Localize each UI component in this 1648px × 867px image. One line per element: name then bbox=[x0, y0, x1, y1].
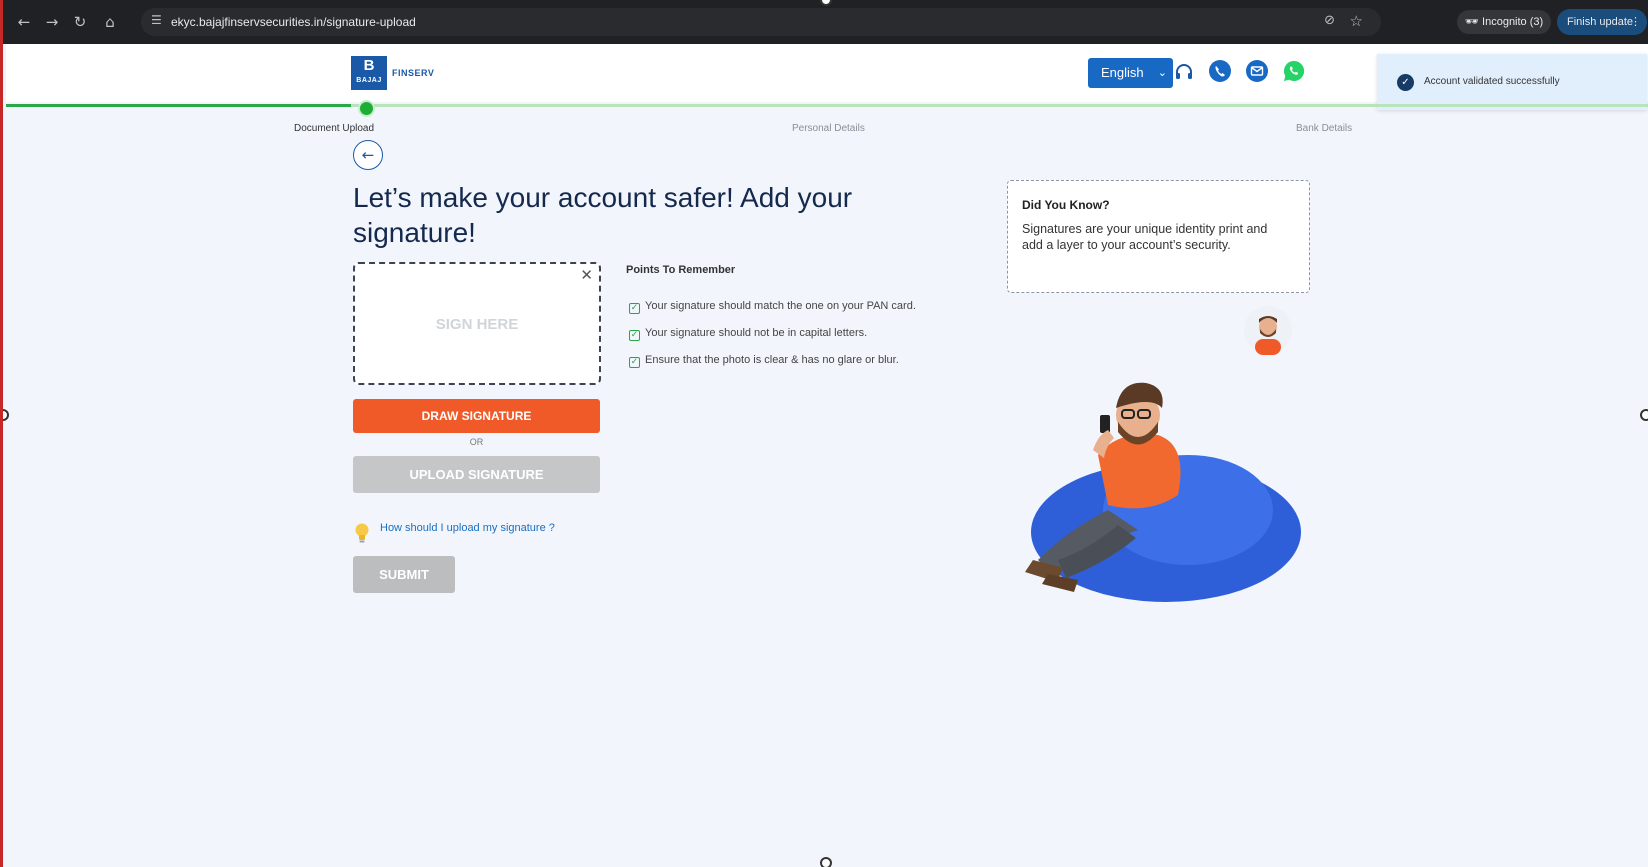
finish-update-label: Finish update bbox=[1567, 16, 1634, 28]
success-toast: ✓ Account validated successfully bbox=[1377, 54, 1647, 110]
forward-arrow-icon[interactable]: → bbox=[43, 13, 61, 31]
bookmark-star-icon[interactable]: ☆ bbox=[1350, 12, 1363, 30]
back-button[interactable]: ← bbox=[353, 140, 383, 170]
incognito-indicator[interactable]: 🕶 Incognito (3) bbox=[1457, 10, 1552, 34]
eye-off-icon[interactable]: ⊘ bbox=[1324, 13, 1335, 28]
person-on-beanbag-illustration bbox=[1025, 382, 1301, 602]
check-circle-icon: ✓ bbox=[1397, 74, 1414, 91]
current-step-dot bbox=[358, 100, 375, 117]
incognito-label: Incognito (3) bbox=[1482, 16, 1544, 28]
screen: ← → ↻ ⌂ ☰ ekyc.bajajfinservsecurities.in… bbox=[0, 0, 1648, 867]
finish-update-button[interactable]: Finish update ⋮ bbox=[1557, 9, 1647, 35]
resize-handle[interactable] bbox=[1640, 409, 1648, 421]
lightbulb-icon bbox=[355, 523, 369, 543]
phone-icon[interactable] bbox=[1209, 60, 1231, 82]
step-bank-details: Bank Details bbox=[1296, 123, 1353, 134]
point-text: Your signature should not be in capital … bbox=[645, 327, 868, 339]
checkbox-check-icon: ✓ bbox=[629, 303, 640, 314]
did-you-know-body: Signatures are your unique identity prin… bbox=[1022, 222, 1268, 252]
point-text: Your signature should match the one on y… bbox=[645, 300, 916, 312]
point-text: Ensure that the photo is clear & has no … bbox=[645, 354, 899, 366]
point-item: ✓ Your signature should not be in capital… bbox=[629, 327, 867, 341]
resize-handle[interactable] bbox=[820, 857, 832, 867]
step-document-upload: Document Upload bbox=[294, 123, 375, 134]
logo-sub: BAJAJ bbox=[356, 77, 382, 84]
reload-icon[interactable]: ↻ bbox=[71, 13, 89, 31]
language-value: English bbox=[1101, 65, 1144, 80]
points-title: Points To Remember bbox=[626, 264, 736, 276]
arrow-left-icon: ← bbox=[361, 146, 375, 164]
submit-button[interactable]: SUBMIT bbox=[353, 556, 455, 593]
chevron-down-icon: ⌄ bbox=[1157, 66, 1167, 79]
close-icon[interactable]: ✕ bbox=[580, 266, 593, 284]
progress-fill bbox=[6, 104, 352, 107]
language-select[interactable]: English ⌄ bbox=[1088, 58, 1173, 88]
logo-name: FINSERV bbox=[392, 68, 435, 78]
headset-icon[interactable] bbox=[1174, 62, 1194, 82]
signature-pad[interactable]: SIGN HERE ✕ bbox=[353, 262, 601, 385]
step-personal-details: Personal Details bbox=[792, 123, 865, 134]
address-bar[interactable]: ☰ ekyc.bajajfinservsecurities.in/signatu… bbox=[141, 8, 1381, 36]
toast-message: Account validated successfully bbox=[1424, 76, 1560, 87]
whatsapp-icon[interactable] bbox=[1282, 59, 1306, 83]
checkbox-check-icon: ✓ bbox=[629, 357, 640, 368]
did-you-know-card: Did You Know? Signatures are your unique… bbox=[1007, 180, 1310, 293]
checkbox-check-icon: ✓ bbox=[629, 330, 640, 341]
did-you-know-title: Did You Know? bbox=[1022, 198, 1110, 212]
home-icon[interactable]: ⌂ bbox=[101, 13, 119, 31]
point-item: ✓ Your signature should match the one on … bbox=[629, 300, 916, 314]
resize-handle[interactable] bbox=[3, 409, 9, 421]
brand-logo[interactable]: B BAJAJ bbox=[351, 56, 387, 90]
point-item: ✓ Ensure that the photo is clear & has no… bbox=[629, 354, 899, 368]
url-text[interactable]: ekyc.bajajfinservsecurities.in/signature… bbox=[171, 15, 416, 29]
more-menu-icon[interactable]: ⋮ bbox=[1630, 9, 1641, 35]
draw-signature-button[interactable]: DRAW SIGNATURE bbox=[353, 399, 600, 433]
site-settings-icon[interactable]: ☰ bbox=[151, 13, 162, 27]
logo-mark: B bbox=[363, 57, 375, 74]
mail-icon[interactable] bbox=[1246, 60, 1268, 82]
or-divider: OR bbox=[469, 437, 484, 447]
avatar bbox=[1244, 306, 1292, 355]
incognito-icon: 🕶 bbox=[1465, 16, 1483, 28]
page-title: Let’s make your account safer! Add your … bbox=[353, 182, 853, 248]
back-arrow-icon[interactable]: ← bbox=[15, 13, 33, 31]
sign-here-placeholder: SIGN HERE bbox=[435, 316, 519, 333]
upload-signature-button[interactable]: UPLOAD SIGNATURE bbox=[353, 456, 600, 493]
browser-toolbar: ← → ↻ ⌂ ☰ ekyc.bajajfinservsecurities.in… bbox=[3, 0, 1648, 44]
upload-help-link[interactable]: How should I upload my signature ? bbox=[380, 522, 555, 534]
